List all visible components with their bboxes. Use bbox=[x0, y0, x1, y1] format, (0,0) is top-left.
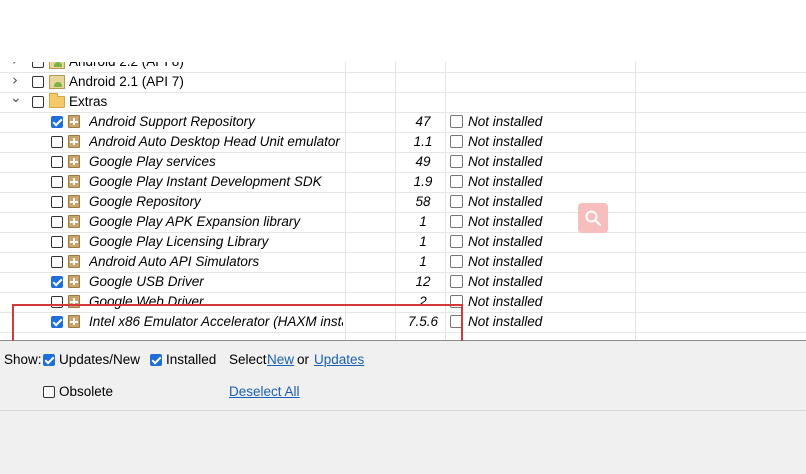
package-status: Not installed bbox=[468, 134, 543, 149]
android-icon bbox=[49, 62, 65, 69]
package-checkbox[interactable] bbox=[51, 136, 63, 148]
package-checkbox[interactable] bbox=[51, 156, 63, 168]
package-version: 1 bbox=[419, 254, 427, 269]
search-button[interactable] bbox=[578, 203, 608, 233]
status-checkbox[interactable] bbox=[450, 195, 463, 208]
package-checkbox[interactable] bbox=[51, 116, 63, 128]
package-name: Google Play APK Expansion library bbox=[89, 214, 301, 229]
package-icon bbox=[68, 235, 80, 248]
package-name: Android 2.2 (API 8) bbox=[69, 62, 343, 69]
package-version: 1 bbox=[419, 214, 427, 229]
updates-new-checkbox[interactable] bbox=[43, 354, 55, 366]
installed-label[interactable]: Installed bbox=[166, 352, 216, 367]
status-checkbox[interactable] bbox=[450, 255, 463, 268]
chevron-right-icon[interactable]: › bbox=[10, 62, 20, 68]
obsolete-label[interactable]: Obsolete bbox=[59, 384, 113, 399]
status-checkbox[interactable] bbox=[450, 175, 463, 188]
package-checkbox[interactable] bbox=[32, 96, 44, 108]
chevron-right-icon[interactable]: › bbox=[10, 73, 20, 88]
package-checkbox[interactable] bbox=[51, 176, 63, 188]
select-label: Select bbox=[229, 352, 267, 367]
highlight-box bbox=[12, 304, 463, 344]
status-checkbox[interactable] bbox=[450, 155, 463, 168]
obsolete-checkbox[interactable] bbox=[43, 386, 55, 398]
tree-row[interactable]: ⌄ Extras bbox=[0, 91, 806, 112]
package-icon bbox=[68, 175, 80, 188]
package-name: Google Repository bbox=[89, 194, 201, 209]
tree-row[interactable]: Android Auto API Simulators 1 Not installe… bbox=[0, 252, 806, 272]
package-icon bbox=[68, 215, 80, 228]
search-icon bbox=[585, 210, 602, 227]
package-name: Google USB Driver bbox=[89, 274, 204, 289]
status-checkbox[interactable] bbox=[450, 235, 463, 248]
status-checkbox[interactable] bbox=[450, 115, 463, 128]
package-name: Android Auto Desktop Head Unit emulator bbox=[89, 134, 340, 149]
folder-icon bbox=[49, 93, 65, 108]
package-status: Not installed bbox=[468, 254, 543, 269]
top-area bbox=[0, 0, 806, 62]
divider bbox=[0, 410, 806, 411]
package-status: Not installed bbox=[468, 274, 543, 289]
package-status: Not installed bbox=[468, 154, 543, 169]
tree-row[interactable]: Google Play Instant Development SDK 1.9 No… bbox=[0, 172, 806, 192]
filter-panel: Show: Updates/New Installed Select New o… bbox=[0, 341, 806, 474]
status-checkbox[interactable] bbox=[450, 275, 463, 288]
or-label: or bbox=[297, 352, 310, 367]
package-icon bbox=[68, 195, 80, 208]
package-status: Not installed bbox=[468, 214, 543, 229]
status-checkbox[interactable] bbox=[450, 135, 463, 148]
package-checkbox[interactable] bbox=[51, 216, 63, 228]
package-version: 1.1 bbox=[413, 134, 433, 149]
deselect-all-link[interactable]: Deselect All bbox=[229, 384, 300, 399]
package-name: Google Play services bbox=[89, 154, 216, 169]
package-icon bbox=[68, 255, 80, 268]
package-name: Extras bbox=[69, 94, 108, 109]
package-checkbox[interactable] bbox=[51, 256, 63, 268]
package-checkbox[interactable] bbox=[51, 276, 63, 288]
package-icon bbox=[68, 275, 80, 288]
package-version: 58 bbox=[415, 194, 431, 209]
package-name: Android Auto API Simulators bbox=[89, 254, 260, 269]
package-name: Google Play Licensing Library bbox=[89, 234, 269, 249]
package-status: Not installed bbox=[468, 174, 543, 189]
android-icon bbox=[49, 75, 65, 89]
tree-row[interactable]: Google Play APK Expansion library 1 Not in… bbox=[0, 212, 806, 232]
tree-row[interactable]: Android Auto Desktop Head Unit emulator 1… bbox=[0, 132, 806, 152]
updates-new-label[interactable]: Updates/New bbox=[59, 352, 140, 367]
package-name: Google Play Instant Development SDK bbox=[89, 174, 322, 189]
package-icon bbox=[68, 115, 80, 128]
package-status: Not installed bbox=[468, 194, 543, 209]
installed-checkbox[interactable] bbox=[150, 354, 162, 366]
tree-row[interactable]: Google USB Driver 12 Not installed bbox=[0, 272, 806, 292]
select-updates-link[interactable]: Updates bbox=[314, 352, 364, 367]
package-status: Not installed bbox=[468, 234, 543, 249]
tree-row[interactable]: › Android 2.1 (API 7) bbox=[0, 72, 806, 92]
tree-row[interactable]: › Android 2.2 (API 8) bbox=[0, 62, 806, 72]
chevron-down-icon[interactable]: ⌄ bbox=[10, 91, 22, 105]
tree-row[interactable]: Android Support Repository 47 Not installe… bbox=[0, 112, 806, 132]
tree-row[interactable]: Google Play Licensing Library 1 Not instal… bbox=[0, 232, 806, 252]
package-version: 1 bbox=[419, 234, 427, 249]
package-status: Not installed bbox=[468, 114, 543, 129]
package-name: Android 2.1 (API 7) bbox=[69, 74, 184, 89]
package-checkbox[interactable] bbox=[32, 62, 44, 68]
package-checkbox[interactable] bbox=[32, 76, 44, 88]
package-status: Not installed bbox=[468, 294, 543, 309]
package-version: 12 bbox=[415, 274, 431, 289]
package-checkbox[interactable] bbox=[51, 236, 63, 248]
package-icon bbox=[68, 155, 80, 168]
package-name: Android Support Repository bbox=[89, 114, 255, 129]
package-version: 1.9 bbox=[413, 174, 433, 189]
status-checkbox[interactable] bbox=[450, 215, 463, 228]
tree-row[interactable]: Google Repository 58 Not installed bbox=[0, 192, 806, 212]
sdk-package-tree[interactable]: › Android 2.2 (API 8) › Android 2.1 (API 7)… bbox=[0, 62, 806, 341]
select-new-link[interactable]: New bbox=[267, 352, 294, 367]
show-label: Show: bbox=[4, 352, 42, 367]
package-checkbox[interactable] bbox=[51, 196, 63, 208]
package-status: Not installed bbox=[468, 314, 543, 329]
tree-row[interactable]: Google Play services 49 Not installed bbox=[0, 152, 806, 172]
package-version: 47 bbox=[415, 114, 431, 129]
package-version: 49 bbox=[415, 154, 431, 169]
package-icon bbox=[68, 135, 80, 148]
